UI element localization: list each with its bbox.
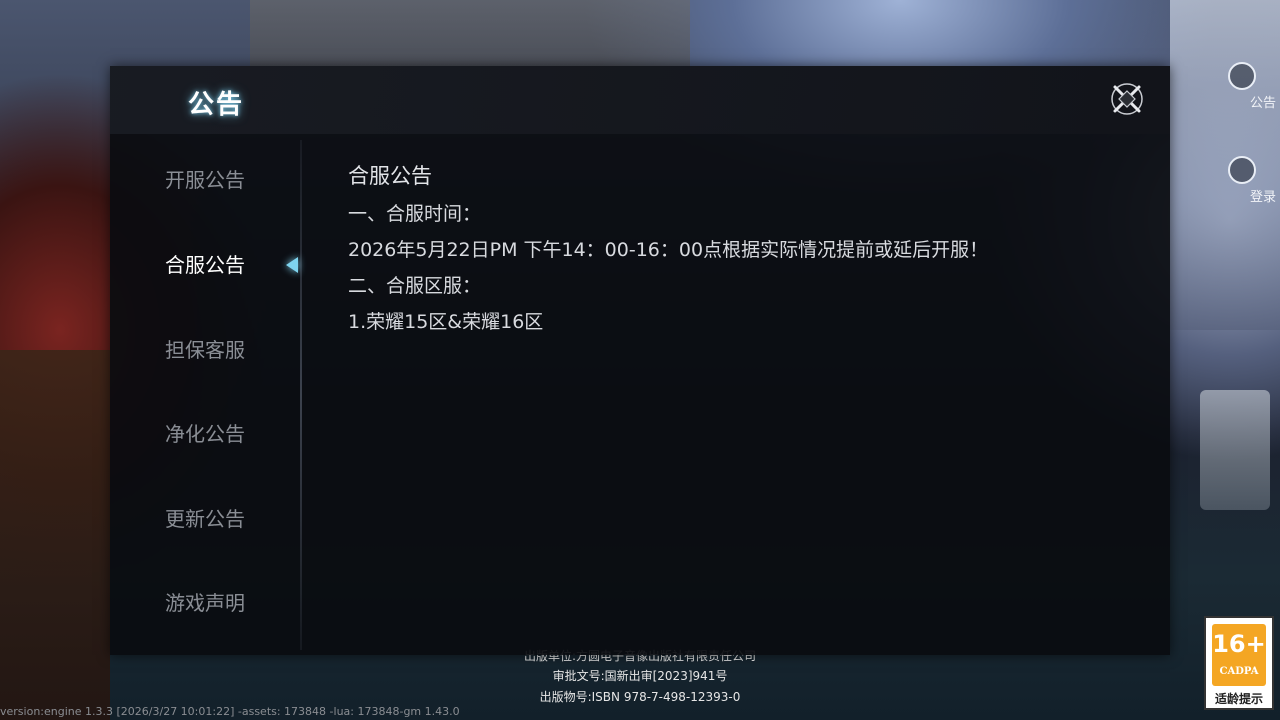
side-button-login[interactable]: 登录: [1210, 156, 1280, 206]
announcement-content: 合服公告 一、合服时间： 2026年5月22日PM 下午14：00-16：00点…: [348, 160, 1128, 340]
close-button[interactable]: [1110, 82, 1144, 116]
age-rating-hint: 适龄提示: [1214, 692, 1263, 706]
footer-isbn: 出版物号:ISBN 978-7-498-12393-0: [539, 690, 741, 704]
sidebar-divider: [300, 140, 302, 650]
footer-approval: 审批文号:国新出审[2023]941号: [552, 669, 728, 683]
content-line: 1.荣耀15区&荣耀16区: [348, 311, 544, 333]
tab-label: 净化公告: [165, 422, 245, 446]
content-title: 合服公告: [348, 164, 432, 188]
tab-label: 更新公告: [165, 507, 245, 531]
dialog-header: 公告: [110, 66, 1170, 134]
content-line: 2026年5月22日PM 下午14：00-16：00点根据实际情况提前或延后开服…: [348, 239, 989, 261]
tab-update[interactable]: 更新公告: [110, 499, 300, 539]
login-icon: [1228, 156, 1256, 184]
age-rating-number: 16+: [1212, 630, 1266, 658]
tab-guarantee-service[interactable]: 担保客服: [110, 330, 300, 370]
age-rating-badge[interactable]: 16+ CADPA 适龄提示: [1204, 616, 1274, 710]
content-line: 一、合服时间：: [348, 203, 482, 225]
tab-label: 开服公告: [165, 168, 245, 192]
side-button-notice-label: 公告: [1249, 96, 1276, 111]
content-line: 二、合服区服：: [348, 275, 482, 297]
tab-purification[interactable]: 净化公告: [110, 414, 300, 454]
tab-label: 担保客服: [165, 338, 245, 362]
version-info: version:engine 1.3.3 [2026/3/27 10:01:22…: [0, 705, 460, 718]
notice-icon: [1228, 62, 1256, 90]
dialog-title: 公告: [188, 90, 245, 120]
age-rating-org: CADPA: [1219, 666, 1259, 677]
side-button-login-label: 登录: [1249, 190, 1276, 205]
close-icon: [1111, 83, 1143, 115]
age-rating-panel: 16+ CADPA: [1212, 624, 1266, 686]
side-button-notice[interactable]: 公告: [1210, 62, 1280, 112]
active-tab-indicator: [286, 257, 298, 273]
tab-game-statement[interactable]: 游戏声明: [110, 583, 300, 623]
background-ship: [1200, 390, 1270, 510]
tab-label: 游戏声明: [165, 591, 245, 615]
announcement-tabs: 开服公告 合服公告 担保客服 净化公告 更新公告 游戏声明: [110, 140, 300, 650]
background-deck: [0, 350, 110, 720]
announcement-dialog: 公告 开服公告 合服公告 担保客服 净化公告 更新公告 游戏声明 合服公告 一、…: [110, 66, 1170, 655]
tab-server-merge[interactable]: 合服公告: [110, 245, 300, 285]
tab-label: 合服公告: [165, 253, 245, 277]
tab-server-open[interactable]: 开服公告: [110, 160, 300, 200]
